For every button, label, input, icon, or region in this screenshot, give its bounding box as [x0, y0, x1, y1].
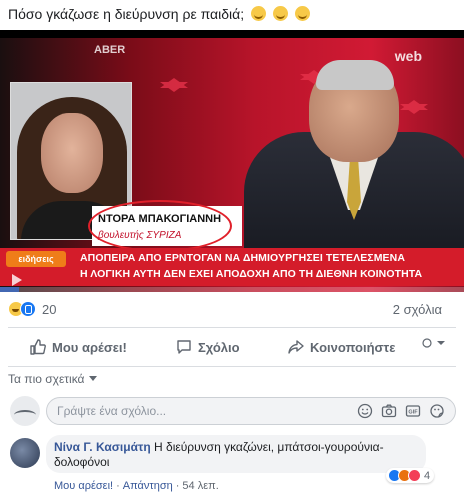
comment-composer[interactable]: GIF — [46, 397, 456, 425]
comment-sort-label: Τα πιο σχετικά — [8, 372, 85, 386]
smile-emoji-icon — [294, 6, 310, 21]
share-arrow-icon — [288, 340, 304, 354]
post-text: Πόσο γκάζωσε η διεύρυνση ρε παιδιά; — [8, 6, 310, 22]
reactions-count: 20 — [42, 301, 57, 317]
comment-bubble-icon — [177, 340, 191, 354]
comment-input[interactable] — [57, 398, 307, 424]
divider — [8, 366, 456, 367]
current-user-avatar[interactable] — [10, 396, 40, 426]
gif-icon[interactable]: GIF — [405, 403, 421, 419]
play-icon[interactable] — [12, 274, 22, 286]
channel-logo: web — [394, 48, 422, 64]
comment-reactions[interactable]: 4 — [386, 468, 435, 483]
comment-bubble: Νίνα Γ. Κασιμάτη Η διεύρυνση γκαζώνει, μ… — [46, 435, 426, 473]
post-action-bar: Μου αρέσει! Σχόλιο Κοινοποιήστε — [0, 328, 464, 366]
news-ticker: ειδήσεις ΑΠΟΠΕΙΡΑ ΑΠΟ ΕΡΝΤΟΓΑΝ ΝΑ ΔΗΜΙΟΥ… — [0, 248, 464, 286]
caret-down-icon — [88, 376, 97, 381]
comment-body: Νίνα Γ. Κασιμάτη Η διεύρυνση γκαζώνει, μ… — [54, 440, 424, 470]
ticker-line-1: ΑΠΟΠΕΙΡΑ ΑΠΟ ΕΡΝΤΟΓΑΝ ΝΑ ΔΗΜΙΟΥΡΓΗΣΕΙ ΤΕ… — [80, 252, 406, 264]
inset-face-shape — [41, 113, 103, 193]
audience-dropdown-icon[interactable] — [422, 337, 446, 352]
thumbs-up-icon — [30, 339, 46, 355]
video-progress-fill — [0, 287, 19, 292]
comment-author-link[interactable]: Νίνα Γ. Κασιμάτη — [54, 440, 151, 454]
comment-button-label: Σχόλιο — [198, 339, 240, 355]
comment-sort-dropdown[interactable]: Τα πιο σχετικά — [8, 372, 97, 386]
commenter-avatar[interactable] — [10, 438, 40, 468]
video-progress-bar[interactable] — [0, 287, 464, 292]
hair-shape — [316, 60, 394, 90]
comments-count-link[interactable]: 2 σχόλια — [393, 302, 442, 317]
ticker-line-2: Η ΛΟΓΙΚΗ ΑΥΤΗ ΔΕΝ ΕΧΕΙ ΑΠΟΔΟΧΗ ΑΠΟ ΤΗ ΔΙ… — [80, 268, 423, 280]
svg-text:GIF: GIF — [408, 410, 418, 416]
video-player[interactable]: ABER web ΝΤΟΡΑ ΜΠΑΚΟΓΙΑΝΝΗ βουλευτής ΣΥΡ… — [0, 30, 464, 292]
smile-emoji-icon — [272, 6, 288, 21]
smile-emoji-icon — [251, 6, 267, 21]
composer-icons: GIF — [357, 403, 445, 419]
sticker-icon[interactable] — [429, 403, 445, 419]
comment-timestamp[interactable]: 54 λεπ. — [182, 480, 218, 492]
comment-like-link[interactable]: Μου αρέσει! — [54, 480, 113, 492]
love-reaction-icon — [408, 469, 421, 482]
comment-meta: Μου αρέσει! · Απάντηση · 54 λεπ. — [54, 480, 219, 492]
share-button[interactable]: Κοινοποιήστε — [288, 334, 395, 360]
separator-dot: · — [175, 480, 180, 492]
separator-dot: · — [116, 480, 120, 492]
like-button[interactable]: Μου αρέσει! — [30, 334, 127, 360]
comment-reactions-count: 4 — [424, 469, 431, 482]
like-button-label: Μου αρέσει! — [52, 339, 127, 355]
camera-icon[interactable] — [381, 403, 397, 419]
share-button-label: Κοινοποιήστε — [310, 339, 396, 355]
ticker-badge: ειδήσεις — [6, 251, 66, 267]
red-circle-annotation — [88, 200, 232, 252]
like-reaction-icon — [20, 301, 36, 317]
comment-reply-link[interactable]: Απάντηση — [123, 480, 173, 492]
comment-button[interactable]: Σχόλιο — [176, 334, 240, 360]
video-topbar — [0, 30, 464, 38]
post-text-content: Πόσο γκάζωσε η διεύρυνση ρε παιδιά; — [8, 6, 245, 22]
emoji-icon[interactable] — [357, 403, 373, 419]
reactions-summary[interactable]: 20 — [8, 300, 56, 318]
corner-logo: ABER — [94, 44, 126, 56]
